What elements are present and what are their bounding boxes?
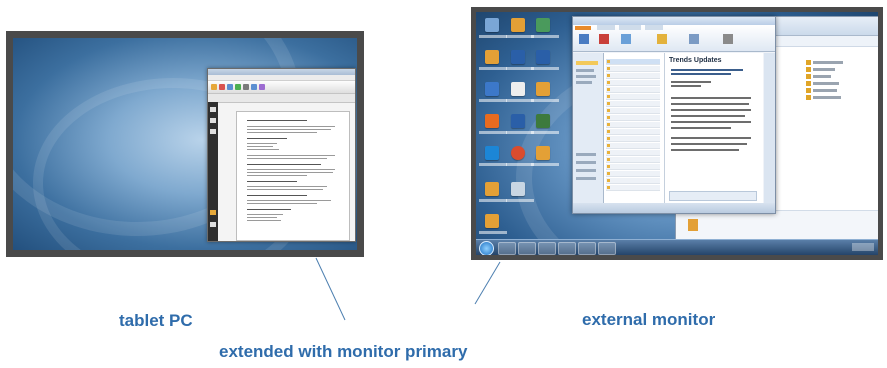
monitor-pointer-line	[474, 261, 501, 305]
tablet-pointer-line	[315, 257, 346, 321]
tablet-label: tablet PC	[119, 311, 193, 330]
monitor-label: external monitor	[582, 310, 716, 329]
configuration-label: extended with monitor primary	[219, 342, 468, 361]
